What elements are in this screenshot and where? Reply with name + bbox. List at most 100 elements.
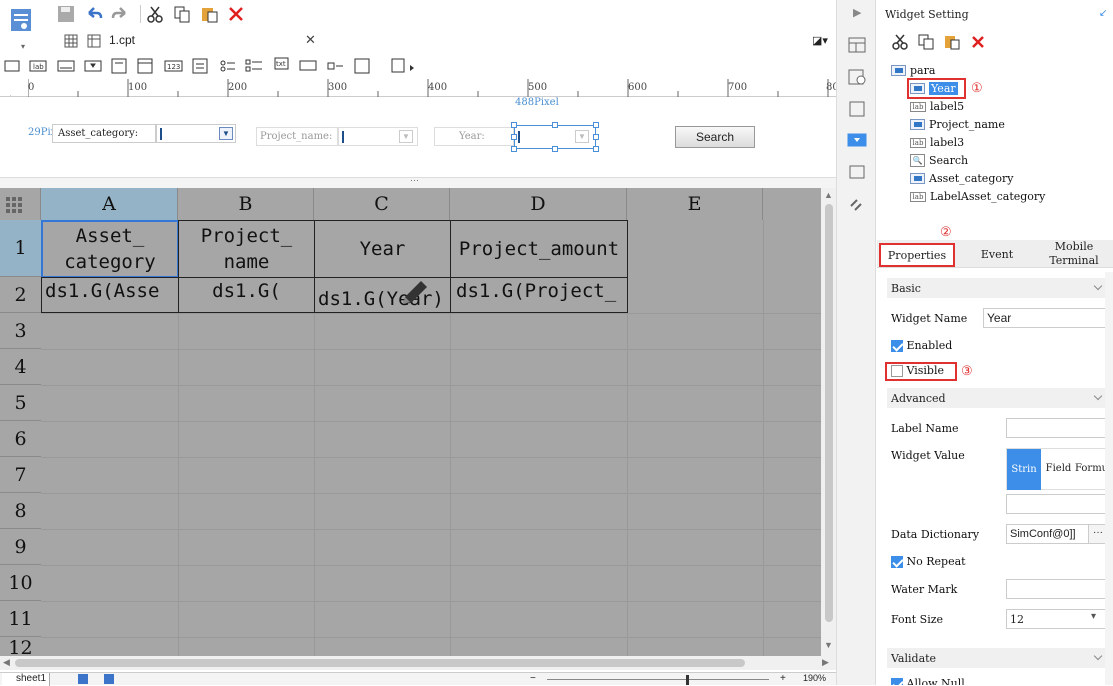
tab-mobile-terminal[interactable]: Mobile Terminal (1035, 240, 1113, 268)
cut-icon[interactable] (145, 4, 165, 24)
cell-a1[interactable]: Asset_ category (41, 220, 179, 278)
allow-null-checkbox-row[interactable]: Allow Null (891, 677, 965, 685)
section-basic[interactable]: Basic (887, 278, 1109, 298)
panel-scrollbar[interactable] (1105, 272, 1113, 685)
dropdown-icon[interactable]: ▼ (399, 130, 413, 143)
cell-b1[interactable]: Project_ name (178, 220, 315, 278)
select-all-corner[interactable] (0, 188, 41, 220)
asset-category-label[interactable]: Asset_category: (52, 124, 156, 143)
template-icon[interactable] (8, 6, 34, 36)
cell-b2[interactable]: ds1.G( (178, 277, 315, 313)
copy-icon[interactable] (917, 33, 935, 51)
row-header[interactable]: 12 (0, 637, 41, 658)
section-validate[interactable]: Validate (887, 648, 1109, 668)
cell-a2[interactable]: ds1.G(Asse (41, 277, 179, 313)
tab-menu-icon[interactable]: ◪▾ (812, 34, 828, 47)
zoom-slider[interactable] (547, 679, 769, 680)
add-sheet-icon[interactable] (78, 674, 88, 684)
row-header[interactable]: 3 (0, 313, 41, 349)
horizontal-scrollbar[interactable]: ◀ ▶ (0, 656, 836, 670)
cell-d1[interactable]: Project_amount (450, 220, 628, 278)
splitter[interactable]: ··· (0, 175, 836, 188)
tree-root-para[interactable]: para (891, 64, 935, 77)
enabled-checkbox-row[interactable]: Enabled (891, 339, 952, 352)
row-header[interactable]: 9 (0, 529, 41, 565)
tree-item-label5[interactable]: lab label5 (910, 100, 964, 113)
column-header[interactable]: A (41, 188, 178, 220)
copy-icon[interactable] (172, 4, 192, 24)
dropdown-icon[interactable]: ▼ (219, 127, 233, 140)
row-header[interactable]: 2 (0, 277, 41, 313)
year-label[interactable]: Year: (434, 127, 514, 146)
no-repeat-checkbox-row[interactable]: No Repeat (891, 555, 966, 568)
add-sheet-icon[interactable] (104, 674, 114, 684)
column-header[interactable] (763, 188, 821, 220)
search-button[interactable]: Search (675, 126, 755, 148)
value-type-string[interactable]: Strin (1007, 449, 1041, 490)
tree-item-project-name[interactable]: Project_name (910, 118, 1005, 131)
sheet-tab[interactable]: sheet1 (2, 673, 50, 686)
data-dictionary-input[interactable]: SimConf@0]] (1006, 524, 1090, 544)
cut-icon[interactable] (891, 33, 909, 51)
spreadsheet[interactable]: A B C D E 1 2 3 4 5 6 7 8 9 10 11 12 Ass… (0, 188, 836, 658)
column-header[interactable]: B (178, 188, 314, 220)
allow-null-checkbox[interactable] (891, 678, 903, 685)
delete-icon[interactable] (969, 33, 987, 51)
paste-icon[interactable] (199, 4, 219, 24)
tree-item-label3[interactable]: lab label3 (910, 136, 964, 149)
asset-category-combo[interactable]: ▼ (156, 124, 236, 143)
delete-icon[interactable] (226, 4, 246, 24)
save-icon[interactable] (56, 4, 76, 24)
enabled-checkbox[interactable] (891, 340, 903, 352)
paste-icon[interactable] (943, 33, 961, 51)
close-tab-icon[interactable]: ✕ (305, 32, 316, 48)
chevron-down-icon[interactable]: ▾ (1091, 611, 1096, 622)
chevron-down-icon[interactable]: ▾ (21, 42, 25, 51)
zoom-slider-thumb[interactable] (686, 675, 689, 685)
label-name-input[interactable] (1006, 418, 1108, 438)
widget-name-input[interactable]: Year (983, 308, 1109, 328)
row-header[interactable]: 10 (0, 565, 41, 601)
tab-event[interactable]: Event (962, 248, 1032, 261)
cell-d2[interactable]: ds1.G(Project_ (450, 277, 628, 313)
widget-value-input[interactable] (1006, 494, 1108, 514)
expand-icon[interactable]: ▶ (853, 6, 861, 19)
redo-icon[interactable] (110, 4, 130, 24)
tab-1-cpt[interactable]: 1.cpt (109, 33, 135, 47)
row-header[interactable]: 4 (0, 349, 41, 385)
project-name-label[interactable]: Project_name: (256, 127, 338, 146)
collapse-panel-icon[interactable]: ↙ (1099, 8, 1107, 19)
cell-c1[interactable]: Year (314, 220, 451, 278)
grid-icon[interactable] (63, 33, 79, 49)
row-header[interactable]: 7 (0, 457, 41, 493)
visible-checkbox[interactable] (891, 365, 903, 377)
vertical-scrollbar[interactable]: ▲ ▼ (821, 188, 836, 658)
data-dictionary-label: Data Dictionary (891, 528, 980, 541)
tab-properties[interactable]: Properties (879, 243, 955, 267)
tree-item-search[interactable]: 🔍 Search (910, 154, 968, 167)
row-header[interactable]: 6 (0, 421, 41, 457)
column-header[interactable]: E (627, 188, 763, 220)
year-combo-selected[interactable]: ▼ (511, 122, 599, 152)
zoom-out-icon[interactable]: − (530, 673, 536, 684)
column-header[interactable]: D (450, 188, 627, 220)
section-advanced[interactable]: Advanced (887, 388, 1109, 408)
value-type-field[interactable]: Field (1042, 463, 1075, 474)
column-header[interactable]: C (314, 188, 450, 220)
font-size-select[interactable]: 12 ▾ (1006, 609, 1108, 629)
zoom-in-icon[interactable]: + (780, 673, 786, 684)
row-header[interactable]: 1 (0, 220, 41, 277)
row-header[interactable]: 5 (0, 385, 41, 421)
dropdown-icon[interactable]: ▼ (575, 130, 589, 143)
water-mark-input[interactable] (1006, 579, 1108, 599)
value-type-formula[interactable]: Formu (1075, 463, 1108, 474)
row-header[interactable]: 8 (0, 493, 41, 529)
undo-icon[interactable] (84, 4, 104, 24)
tree-item-label-asset-category[interactable]: lab LabelAsset_category (910, 190, 1045, 203)
visible-checkbox-row[interactable]: Visible (891, 364, 944, 377)
tree-item-asset-category[interactable]: Asset_category (910, 172, 1013, 185)
project-name-combo[interactable]: ▼ (338, 127, 418, 146)
row-header[interactable]: 11 (0, 601, 41, 637)
no-repeat-checkbox[interactable] (891, 556, 903, 568)
widget-palette-icons[interactable]: lab 123 txt (0, 56, 420, 78)
